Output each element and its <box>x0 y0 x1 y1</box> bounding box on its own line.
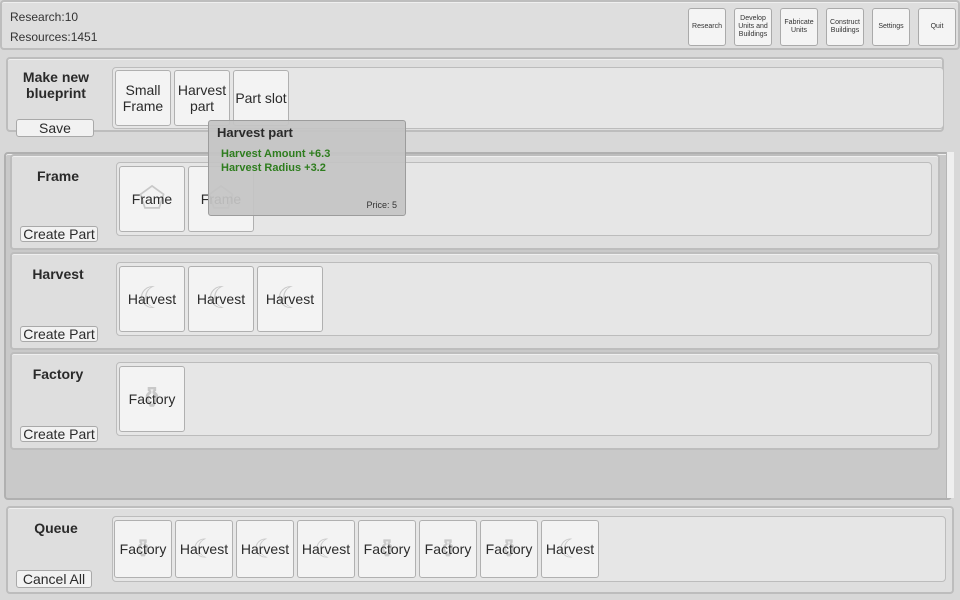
category-frame: Frame Create Part ⬠ Frame ⬠ Frame <box>10 154 940 250</box>
blueprint-slot-harvest[interactable]: Harvest part <box>174 70 230 126</box>
tooltip-price: Price: 5 <box>366 200 397 210</box>
category-harvest: Harvest Create Part ☾ Harvest ☾ Harvest … <box>10 252 940 350</box>
scrollbar[interactable] <box>946 152 954 498</box>
queue-item-label: Factory <box>485 541 533 557</box>
part-label: Harvest <box>196 291 246 307</box>
blueprint-slot-empty[interactable]: Part slot <box>233 70 289 126</box>
part-tile[interactable]: ☾ Harvest <box>188 266 254 332</box>
part-label: Factory <box>128 391 176 407</box>
blueprint-panel: Make new blueprint Save Small Frame Harv… <box>6 57 944 137</box>
queue-item[interactable]: ⚱ Factory <box>419 520 477 578</box>
part-label: Harvest <box>265 291 315 307</box>
queue-item-label: Harvest <box>545 541 595 557</box>
parts-list <box>116 362 932 436</box>
queue-title: Queue <box>34 520 78 536</box>
category-title: Harvest <box>32 266 84 282</box>
cancel-all-button[interactable]: Cancel All <box>16 570 92 588</box>
part-tile[interactable]: ☾ Harvest <box>119 266 185 332</box>
tooltip-stat: Harvest Radius +3.2 <box>221 162 326 174</box>
queue-item-label: Harvest <box>240 541 290 557</box>
queue-item[interactable]: ⚱ Factory <box>358 520 416 578</box>
research-button[interactable]: Research <box>688 8 726 46</box>
part-tile[interactable]: ⚱ Factory <box>119 366 185 432</box>
queue-item[interactable]: ⚱ Factory <box>114 520 172 578</box>
quit-button[interactable]: Quit <box>918 8 956 46</box>
part-tile[interactable]: ☾ Harvest <box>257 266 323 332</box>
category-title: Frame <box>36 168 80 184</box>
blueprint-slot-frame[interactable]: Small Frame <box>115 70 171 126</box>
resources-count: Resources:1451 <box>10 30 98 44</box>
part-tooltip: Harvest part Harvest Amount +6.3 Harvest… <box>208 120 406 216</box>
queue-item[interactable]: ☾ Harvest <box>175 520 233 578</box>
tooltip-stat: Harvest Amount +6.3 <box>221 148 331 160</box>
create-part-button[interactable]: Create Part <box>20 426 98 442</box>
research-points: Research:10 <box>10 10 79 24</box>
queue-item[interactable]: ⚱ Factory <box>480 520 538 578</box>
queue-item-label: Harvest <box>179 541 229 557</box>
queue-item-label: Harvest <box>301 541 351 557</box>
create-part-button[interactable]: Create Part <box>20 326 98 342</box>
queue-item-label: Factory <box>424 541 472 557</box>
queue-item-label: Factory <box>119 541 167 557</box>
construct-button[interactable]: Construct Buildings <box>826 8 864 46</box>
part-tile[interactable]: ⬠ Frame <box>119 166 185 232</box>
category-factory: Factory Create Part ⚱ Factory <box>10 352 940 450</box>
fabricate-button[interactable]: Fabricate Units <box>780 8 818 46</box>
queue-item[interactable]: ☾ Harvest <box>236 520 294 578</box>
develop-button[interactable]: Develop Units and Buildings <box>734 8 772 46</box>
top-bar: Research:10 Resources:1451 Research Deve… <box>0 0 960 50</box>
slot-label: Part slot <box>235 90 287 106</box>
slot-label: Harvest part <box>177 82 227 114</box>
queue-item[interactable]: ☾ Harvest <box>541 520 599 578</box>
queue-item[interactable]: ☾ Harvest <box>297 520 355 578</box>
save-button[interactable]: Save <box>16 119 94 137</box>
part-label: Harvest <box>127 291 177 307</box>
tooltip-title: Harvest part <box>217 125 293 140</box>
create-part-button[interactable]: Create Part <box>20 226 98 242</box>
slot-label: Small Frame <box>122 82 164 114</box>
queue-item-label: Factory <box>363 541 411 557</box>
part-label: Frame <box>131 191 173 207</box>
blueprint-title: Make new blueprint <box>22 69 90 101</box>
settings-button[interactable]: Settings <box>872 8 910 46</box>
category-title: Factory <box>32 366 84 382</box>
